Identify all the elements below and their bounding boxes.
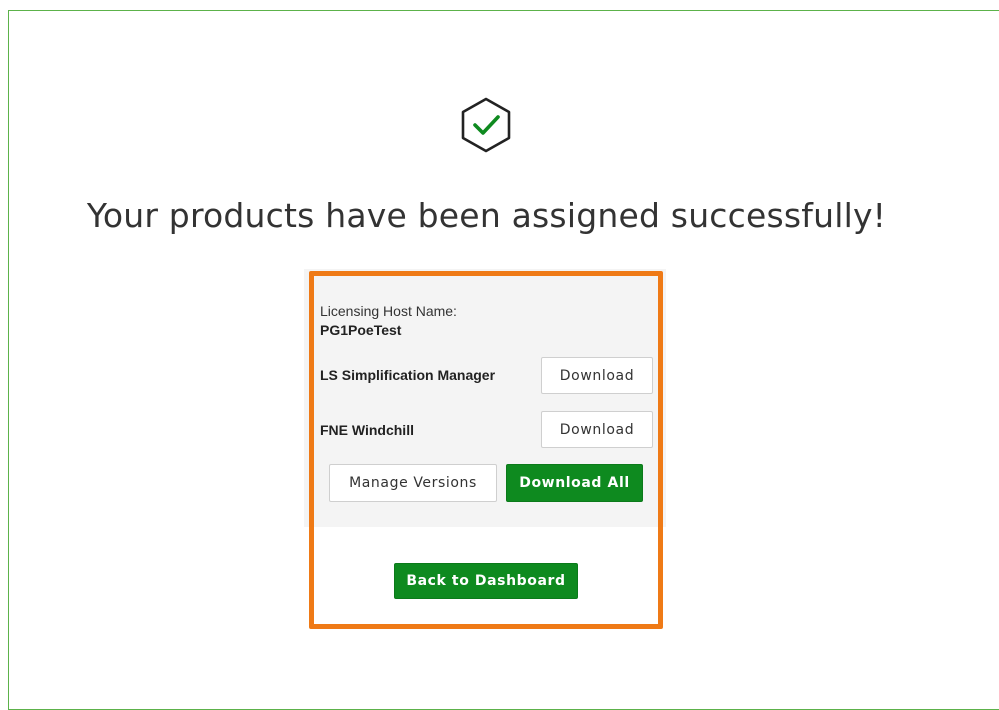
check-hexagon-icon — [461, 97, 511, 153]
page-title: Your products have been assigned success… — [86, 196, 887, 235]
highlight-box — [309, 271, 663, 629]
